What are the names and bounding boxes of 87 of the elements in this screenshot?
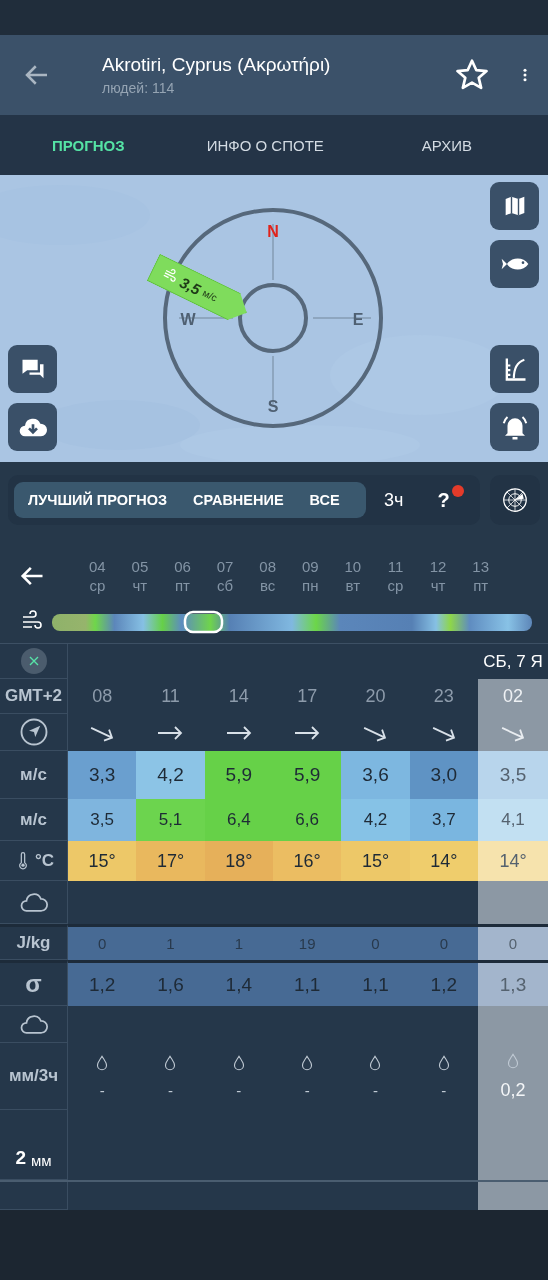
table-cell: 1,1 — [273, 960, 342, 1006]
day-label[interactable]: 13 пт — [459, 557, 502, 595]
table-cell: 0 — [409, 924, 478, 960]
precipitation-value: - — [441, 1082, 447, 1099]
mode-tab[interactable]: ЛУЧШИЙ ПРОГНОЗ — [28, 492, 168, 508]
table-cell: 18° — [204, 841, 273, 881]
table-cell: 0 — [478, 924, 548, 960]
table-cell: 14° — [478, 841, 548, 881]
table-cell: 3,0 — [409, 751, 478, 799]
table-cell: 3,6 — [341, 751, 410, 799]
precipitation-value: - — [373, 1082, 378, 1099]
table-cell: 6,6 — [273, 799, 342, 841]
table-cell: 17° — [136, 841, 205, 881]
day-label[interactable]: 09 пн — [288, 557, 332, 595]
table-cell: 16° — [273, 841, 342, 881]
table-cell: 1 — [136, 924, 205, 960]
precipitation-value: - — [304, 1082, 310, 1099]
precipitation-value: - — [168, 1082, 173, 1099]
table-cell: 4,2 — [341, 799, 410, 841]
tab[interactable]: АРХИВ — [421, 128, 472, 162]
table-cell: 3,7 — [409, 799, 478, 841]
table-cell: 1,2 — [68, 960, 137, 1006]
west-label: W — [180, 311, 196, 329]
unit-label: мм/3ч — [0, 1043, 68, 1110]
table-cell: 6,4 — [204, 799, 273, 841]
interval-button[interactable]: 3ч — [384, 489, 404, 511]
day-label[interactable]: 11 ср — [374, 557, 417, 595]
table-cell: 1,6 — [136, 960, 205, 1006]
map-button[interactable] — [490, 182, 539, 230]
table-cell: 3,5 — [68, 799, 137, 841]
north-label: N — [267, 223, 279, 241]
table-cell — [0, 1182, 68, 1210]
wind-rose-button[interactable] — [490, 475, 540, 525]
close-button[interactable] — [20, 648, 47, 674]
chat-button[interactable] — [8, 345, 57, 393]
mode-tab[interactable]: ВСЕ — [309, 492, 340, 508]
unit-label: м/с — [0, 751, 68, 799]
location-title: Akrotiri, Cyprus (Ακρωτήρι) — [102, 54, 332, 76]
help-button[interactable]: ? — [433, 488, 454, 512]
day-label[interactable]: 08 вс — [246, 557, 289, 595]
wind-rose-icon — [500, 485, 530, 515]
day-label[interactable]: 12 чт — [416, 557, 460, 595]
table-cell: 5,1 — [136, 799, 205, 841]
mode-tab[interactable]: СРАВНЕНИЕ — [193, 492, 284, 508]
unit-label: м/с — [0, 799, 68, 841]
table-cell: 5,9 — [204, 751, 273, 799]
precipitation-value: 0,2 — [500, 1080, 526, 1101]
south-label: S — [267, 398, 279, 416]
chart-button[interactable] — [490, 345, 539, 393]
table-cell: 3,3 — [68, 751, 137, 799]
east-label: E — [352, 311, 364, 329]
table-cell: 1,3 — [478, 960, 548, 1006]
table-cell: 0 — [68, 924, 137, 960]
table-cell: 1,1 — [341, 960, 410, 1006]
tab[interactable]: ПРОГНОЗ — [52, 128, 125, 162]
table-cell: 5,9 — [273, 751, 342, 799]
scale-label: 2 мм — [0, 1110, 68, 1180]
precipitation-value: - — [236, 1082, 242, 1099]
unit-label: °C — [34, 850, 55, 871]
table-cell: 14° — [409, 841, 478, 881]
table-cell: 0 — [341, 924, 410, 960]
alarm-button[interactable] — [490, 403, 539, 451]
day-label[interactable]: 05 чт — [118, 557, 162, 595]
table-cell: 15° — [68, 841, 137, 881]
wind-unit: м/с — [201, 286, 220, 304]
tab[interactable]: ИНФО О СПОТЕ — [206, 128, 324, 162]
day-label[interactable]: 04 ср — [76, 557, 119, 595]
fish-button[interactable] — [490, 240, 539, 288]
table-cell: 19 — [273, 924, 342, 960]
table-cell: 4,1 — [478, 799, 548, 841]
day-label[interactable]: 10 вт — [331, 557, 375, 595]
table-cell: 15° — [341, 841, 410, 881]
people-count: людей: 114 — [102, 80, 176, 96]
table-cell: 1 — [204, 924, 273, 960]
table-cell: 3,5 — [478, 751, 548, 799]
day-label[interactable]: 07 сб — [203, 557, 247, 595]
table-cell: 1,4 — [204, 960, 273, 1006]
table-cell: 4,2 — [136, 751, 205, 799]
unit-label: J/kg — [0, 924, 68, 960]
download-button[interactable] — [8, 403, 57, 451]
compass-icon — [18, 717, 49, 747]
day-label[interactable]: 06 пт — [161, 557, 204, 595]
table-cell: 1,2 — [409, 960, 478, 1006]
timezone-label: GMT+2 — [0, 679, 68, 714]
precipitation-value: - — [99, 1082, 105, 1099]
table-cell: 02 — [478, 679, 548, 714]
wave-label: σ — [0, 960, 68, 1006]
